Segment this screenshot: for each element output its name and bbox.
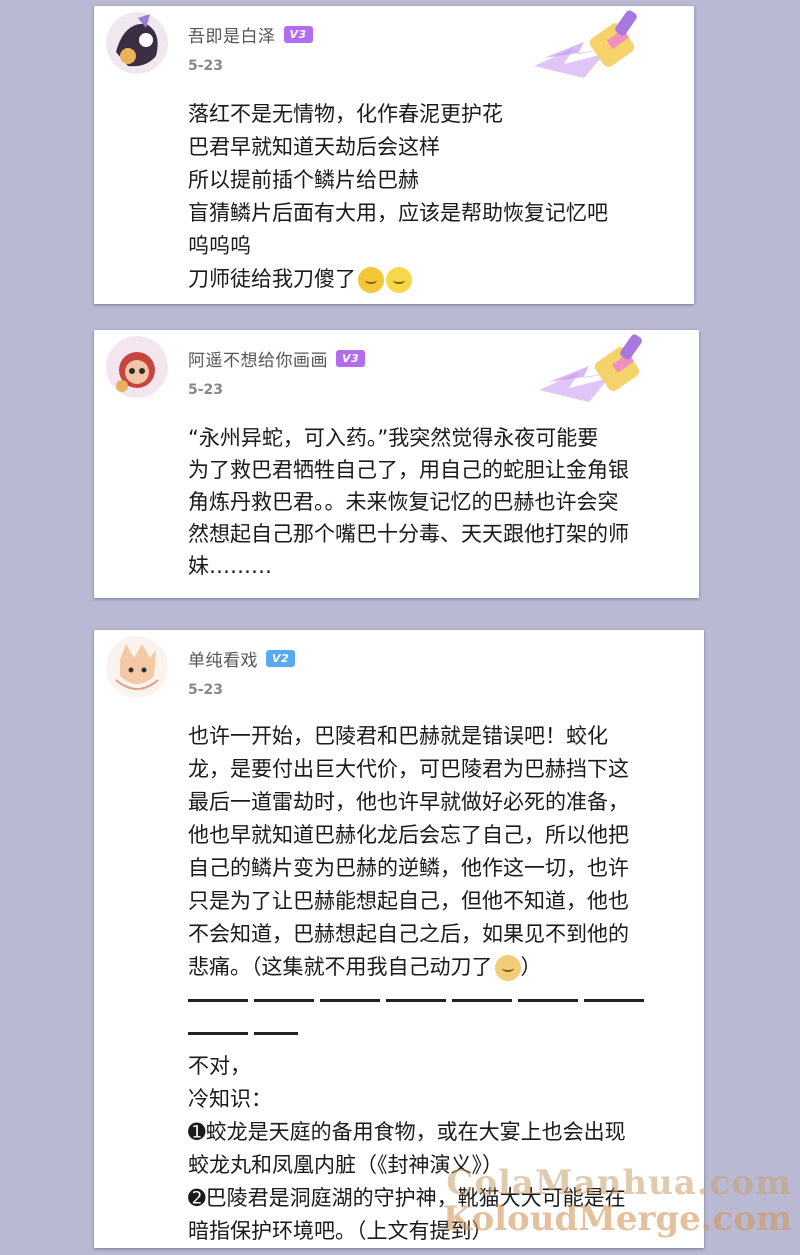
worried-emoji-icon [386,266,412,293]
comment-line: 自己的鳞片变为巴赫的逆鳞，他作这一切，也许 [188,856,629,880]
username[interactable]: 阿遥不想给你画画 [188,346,328,371]
post-date: 5-23 [188,58,224,74]
comment-line: 呜呜呜 [188,234,251,258]
comment-line: 也许一开始，巴陵君和巴赫就是错误吧！蛟化 [188,724,608,748]
comment-line: 刀师徒给我刀傻了 [188,267,356,291]
doge-emoji-icon [494,954,521,981]
comment-line: 为了救巴君牺牲自己了，用自己的蛇胆让金角银 [188,458,629,482]
level-badge: V2 [266,650,296,667]
comment-line: 巴君早就知道天劫后会这样 [188,135,440,159]
comment-card: 单纯看戏 V2 5-23 也许一开始，巴陵君和巴赫就是错误吧！蛟化 龙，是要付出… [94,630,704,1248]
level-badge: V3 [336,350,366,367]
comment-line: 落红不是无情物，化作春泥更护花 [188,102,503,126]
comment-line: 最后一道雷劫时，他也许早就做好必死的准备， [188,790,629,814]
comment-line: 不会知道，巴赫想起自己之后，如果见不到他的 [188,922,629,946]
avatar[interactable] [106,336,168,398]
watermark: ColaManhua.com KoloudMerge.com [443,1165,792,1237]
paintbrush-decoration-icon [529,332,659,416]
facepalm-emoji-icon [358,266,384,293]
divider-dashes [188,984,650,1017]
username[interactable]: 单纯看戏 [188,646,258,671]
comment-card: 阿遥不想给你画画 V3 5-23 “永州异蛇，可入药。”我突然觉得永夜可能要 为… [94,330,699,598]
divider-dashes [188,1017,650,1050]
comment-body: “永州异蛇，可入药。”我突然觉得永夜可能要 为了救巴君牺牲自己了，用自己的蛇胆让… [188,422,629,582]
paintbrush-decoration-icon [524,8,654,92]
username-row: 阿遥不想给你画画 V3 [188,346,366,371]
comment-line: 盲猜鳞片后面有大用，应该是帮助恢复记忆吧 [188,201,608,225]
post-date: 5-23 [188,682,224,698]
username-row: 单纯看戏 V2 [188,646,296,671]
comment-line: 悲痛。（这集就不用我自己动刀了 [188,955,493,979]
comment-line: 所以提前插个鳞片给巴赫 [188,168,419,192]
comment-line: 不对， [188,1054,251,1078]
comment-line-with-emoji: 刀师徒给我刀傻了 [188,263,608,296]
avatar[interactable] [106,12,168,74]
comment-line: 然想起自己那个嘴巴十分毒、天天跟他打架的师 [188,522,629,546]
comment-body: 落红不是无情物，化作春泥更护花 巴君早就知道天劫后会这样 所以提前插个鳞片给巴赫… [188,98,608,296]
username-row: 吾即是白泽 V3 [188,22,313,47]
comment-line: “永州异蛇，可入药。”我突然觉得永夜可能要 [188,426,599,450]
comment-line: 角炼丹救巴君。。未来恢复记忆的巴赫也许会突 [188,490,619,514]
comment-card: 吾即是白泽 V3 5-23 落红不是无情物，化作春泥更护花 巴君早就知道天劫后会… [94,6,694,304]
comment-line: 龙，是要付出巨大代价，可巴陵君为巴赫挡下这 [188,757,629,781]
watermark-line: ColaManhua.com [446,1163,792,1203]
level-badge: V3 [283,26,313,43]
avatar[interactable] [106,636,168,698]
comment-line: 妹……… [188,554,272,578]
watermark-line: KoloudMerge.com [442,1199,792,1239]
comment-line: 冷知识： [188,1087,272,1111]
username[interactable]: 吾即是白泽 [188,22,276,47]
comment-line: 只是为了让巴赫能想起自己，但他不知道，他也 [188,889,629,913]
comment-line: ➊蛟龙是天庭的备用食物，或在大宴上也会出现 [188,1120,626,1144]
comment-line-with-emoji: 悲痛。（这集就不用我自己动刀了 ） [188,951,650,984]
comment-line: ） [520,955,542,979]
post-date: 5-23 [188,382,224,398]
comment-line: 他也早就知道巴赫化龙后会忘了自己，所以他把 [188,823,629,847]
